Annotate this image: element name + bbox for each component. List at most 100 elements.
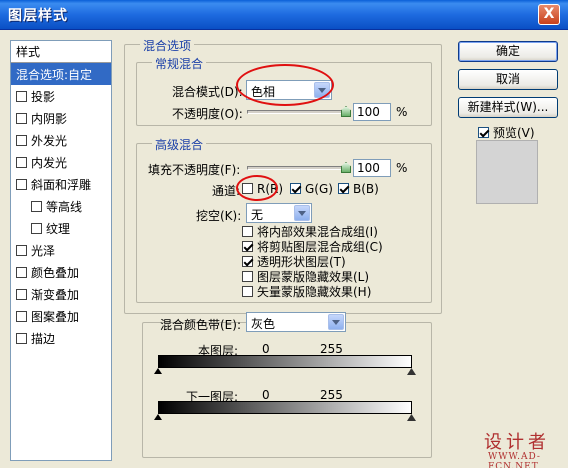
checkbox[interactable] bbox=[16, 289, 27, 300]
this-layer-high: 255 bbox=[320, 342, 343, 356]
channel-g-label: G(G) bbox=[305, 182, 333, 196]
title-bar: 图层样式 X bbox=[0, 0, 568, 30]
sidebar-item-label: 光泽 bbox=[31, 244, 56, 258]
checkbox[interactable] bbox=[242, 226, 253, 237]
checkbox[interactable] bbox=[16, 179, 27, 190]
preview-label: 预览(V) bbox=[493, 126, 535, 140]
fill-opacity-unit: % bbox=[396, 161, 408, 175]
advanced-blending-label: 高级混合 bbox=[152, 136, 207, 153]
preview-toggle[interactable]: 预览(V) bbox=[478, 124, 535, 141]
blend-if-select[interactable]: 灰色 bbox=[246, 312, 346, 332]
knockout-value: 无 bbox=[251, 208, 264, 222]
sidebar-item-label: 投影 bbox=[31, 90, 56, 104]
ok-button[interactable]: 确定 bbox=[458, 41, 558, 62]
blend-if-label: 混合颜色带(E): bbox=[160, 318, 241, 332]
sidebar-item-texture[interactable]: 纹理 bbox=[11, 217, 111, 239]
sidebar-item-inner-shadow[interactable]: 内阴影 bbox=[11, 107, 111, 129]
close-icon: X bbox=[543, 6, 555, 22]
option-label: 透明形状图层(T) bbox=[257, 255, 346, 269]
opacity-unit: % bbox=[396, 105, 408, 119]
chevron-down-icon[interactable] bbox=[328, 314, 344, 330]
checkbox[interactable] bbox=[16, 113, 27, 124]
checkbox[interactable] bbox=[16, 267, 27, 278]
general-blending-label: 常规混合 bbox=[152, 55, 207, 72]
new-style-button[interactable]: 新建样式(W)... bbox=[458, 97, 558, 118]
sidebar-item-stroke[interactable]: 描边 bbox=[11, 327, 111, 349]
blend-options-group-label: 混合选项 bbox=[140, 37, 195, 54]
watermark-text: 设计者 bbox=[484, 432, 550, 453]
checkbox[interactable] bbox=[242, 286, 253, 297]
under-layer-gradient bbox=[158, 401, 412, 414]
opacity-label: 不透明度(O): bbox=[172, 107, 243, 121]
sidebar-item-label: 外发光 bbox=[31, 134, 68, 148]
style-preview-swatch bbox=[476, 140, 538, 204]
fill-opacity-slider[interactable] bbox=[247, 166, 351, 170]
sidebar-item-label: 图案叠加 bbox=[31, 310, 80, 324]
opacity-slider[interactable] bbox=[247, 110, 351, 114]
sidebar-item-pattern-overlay[interactable]: 图案叠加 bbox=[11, 305, 111, 327]
styles-list: 样式 混合选项:自定 投影 内阴影 外发光 内发光 斜面和浮雕 等高线 纹理 光… bbox=[10, 40, 112, 461]
cancel-button[interactable]: 取消 bbox=[458, 69, 558, 90]
sidebar-item-label: 混合选项:自定 bbox=[16, 68, 93, 82]
option-label: 图层蒙版隐藏效果(L) bbox=[257, 270, 370, 284]
sidebar-item-label: 描边 bbox=[31, 332, 56, 346]
sidebar-item-label: 渐变叠加 bbox=[31, 288, 80, 302]
sidebar-item-bevel-emboss[interactable]: 斜面和浮雕 bbox=[11, 173, 111, 195]
channel-b-label: B(B) bbox=[353, 182, 379, 196]
watermark-logo: 设计者 WWW.AD-FCN.NET bbox=[484, 428, 550, 468]
sidebar-item-label: 斜面和浮雕 bbox=[31, 178, 92, 192]
styles-list-header: 样式 bbox=[11, 41, 111, 63]
sidebar-item-satin[interactable]: 光泽 bbox=[11, 239, 111, 261]
option-label: 矢量蒙版隐藏效果(H) bbox=[257, 285, 372, 299]
under-layer-high: 255 bbox=[320, 388, 343, 402]
option-label: 将剪贴图层混合成组(C) bbox=[257, 240, 383, 254]
window-title: 图层样式 bbox=[8, 8, 68, 24]
channel-b-checkbox[interactable] bbox=[338, 183, 349, 194]
sidebar-item-label: 纹理 bbox=[46, 222, 71, 236]
opacity-input[interactable]: 100 bbox=[353, 103, 391, 121]
checkbox[interactable] bbox=[242, 241, 253, 252]
highlight-ring-blend-mode bbox=[236, 64, 334, 106]
checkbox[interactable] bbox=[16, 135, 27, 146]
knockout-label: 挖空(K): bbox=[196, 209, 242, 223]
option-blend-clipped[interactable]: 将剪贴图层混合成组(C) bbox=[242, 240, 383, 255]
channel-g-checkbox[interactable] bbox=[290, 183, 301, 194]
checkbox[interactable] bbox=[31, 223, 42, 234]
sidebar-item-outer-glow[interactable]: 外发光 bbox=[11, 129, 111, 151]
option-vector-mask-hides[interactable]: 矢量蒙版隐藏效果(H) bbox=[242, 285, 383, 300]
checkbox[interactable] bbox=[242, 271, 253, 282]
checkbox[interactable] bbox=[31, 201, 42, 212]
sidebar-item-label: 内发光 bbox=[31, 156, 68, 170]
sidebar-item-inner-glow[interactable]: 内发光 bbox=[11, 151, 111, 173]
option-layer-mask-hides[interactable]: 图层蒙版隐藏效果(L) bbox=[242, 270, 383, 285]
channel-b[interactable]: B(B) bbox=[338, 182, 379, 196]
sidebar-item-color-overlay[interactable]: 颜色叠加 bbox=[11, 261, 111, 283]
watermark-url: WWW.AD-FCN.NET bbox=[488, 452, 541, 468]
checkbox[interactable] bbox=[16, 157, 27, 168]
chevron-down-icon[interactable] bbox=[294, 205, 310, 221]
sidebar-item-contour[interactable]: 等高线 bbox=[11, 195, 111, 217]
channel-g[interactable]: G(G) bbox=[290, 182, 333, 196]
sidebar-item-label: 内阴影 bbox=[31, 112, 68, 126]
sidebar-item-drop-shadow[interactable]: 投影 bbox=[11, 85, 111, 107]
option-transparency-shapes[interactable]: 透明形状图层(T) bbox=[242, 255, 383, 270]
preview-checkbox[interactable] bbox=[478, 127, 489, 138]
this-layer-black-slider[interactable] bbox=[154, 368, 162, 374]
knockout-select[interactable]: 无 bbox=[246, 203, 312, 223]
option-blend-interior[interactable]: 将内部效果混合成组(I) bbox=[242, 225, 383, 240]
highlight-ring-channel-r bbox=[236, 175, 278, 201]
checkbox[interactable] bbox=[242, 256, 253, 267]
sidebar-item-blending-options[interactable]: 混合选项:自定 bbox=[11, 63, 111, 85]
under-layer-low: 0 bbox=[262, 388, 270, 402]
checkbox[interactable] bbox=[16, 311, 27, 322]
close-button[interactable]: X bbox=[538, 4, 560, 25]
under-layer-black-slider[interactable] bbox=[154, 414, 162, 420]
checkbox[interactable] bbox=[16, 245, 27, 256]
checkbox[interactable] bbox=[16, 333, 27, 344]
sidebar-item-gradient-overlay[interactable]: 渐变叠加 bbox=[11, 283, 111, 305]
checkbox[interactable] bbox=[16, 91, 27, 102]
this-layer-low: 0 bbox=[262, 342, 270, 356]
blend-mode-label: 混合模式(D): bbox=[172, 85, 243, 99]
sidebar-item-label: 颜色叠加 bbox=[31, 266, 80, 280]
fill-opacity-input[interactable]: 100 bbox=[353, 159, 391, 177]
